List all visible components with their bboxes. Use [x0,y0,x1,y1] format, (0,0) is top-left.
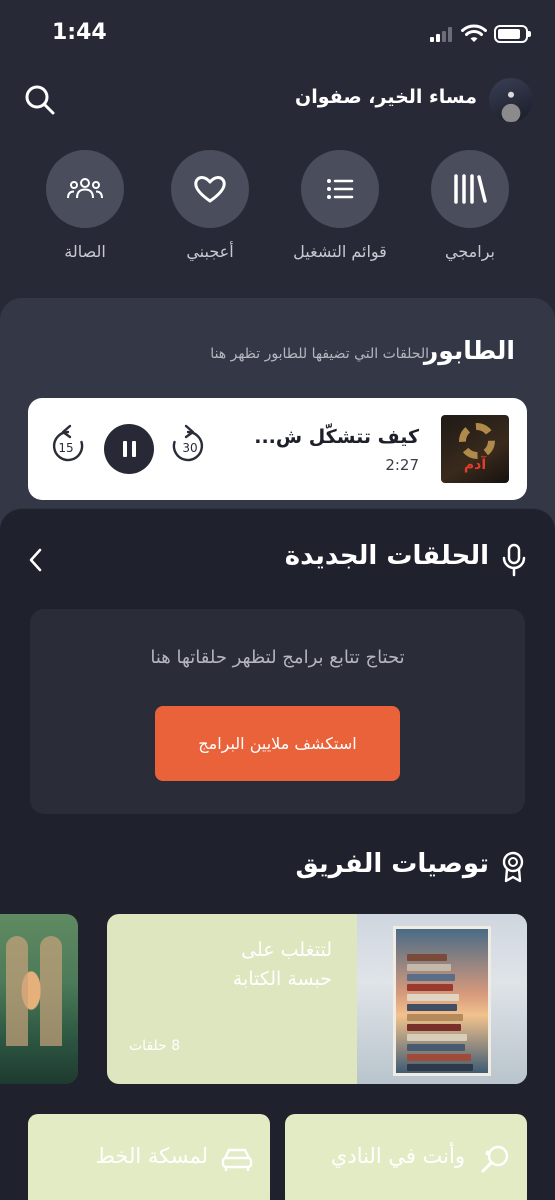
chevron-left-icon[interactable] [26,547,46,573]
quick-action-label: برامجي [445,242,495,261]
recommendation-title-line2: حبسة الكتابة [232,968,332,991]
recommendation-card[interactable]: لتتغلب على حبسة الكتابة 8 حلقات [107,914,527,1084]
quick-action-liked[interactable]: أعجبني [150,150,270,261]
new-episodes-panel: الحلقات الجديدة تحتاج تتابع برامج لتظهر … [0,508,555,1200]
quick-action-my-shows[interactable]: برامجي [410,150,530,261]
avatar[interactable] [489,78,533,122]
rewind-15-label: 15 [58,441,73,455]
category-chip-label: وأنت في النادي [330,1144,465,1168]
quick-action-label: الصالة [64,242,106,261]
list-icon [327,179,354,199]
category-chip-handwriting[interactable]: لمسكة الخط [28,1114,270,1200]
pause-bar-right [131,441,136,457]
episode-title: كيف تتشكّل ش... [254,426,419,448]
recommendation-card-partial[interactable] [0,914,78,1084]
heart-icon [194,176,226,203]
wifi-icon [461,24,487,42]
forward-30-label: 30 [182,441,197,455]
status-time: 1:44 [52,20,107,45]
award-ribbon-icon [502,851,524,883]
rewind-15-button[interactable]: 15 [48,424,88,476]
discover-shows-button[interactable]: استكشف ملايين البرامج [155,706,400,781]
episode-artwork-title: آدم [463,457,487,473]
car-icon [221,1148,253,1171]
episode-artwork: آدم [441,415,509,483]
greeting-text: مساء الخير، صفوان [295,86,477,108]
recommendation-title-line1: لتتغلب على [241,939,332,961]
quick-action-label: أعجبني [186,242,234,261]
empty-state-message: تحتاج تتابع برامج لتظهر حلقاتها هنا [150,647,405,668]
forward-30-icon: 30 [172,424,204,462]
battery-icon [494,25,531,43]
rewind-15-icon: 15 [52,424,84,462]
library-icon [454,174,487,204]
forward-30-button[interactable]: 30 [168,424,208,476]
microphone-icon [502,543,526,577]
pause-bar-left [122,441,127,457]
header: مساء الخير، صفوان [0,70,555,130]
recommendations-title: توصيات الفريق [295,849,489,879]
quick-actions: برامجي قوائم التشغيل أعجبني الصالة [0,150,555,280]
quick-action-label: قوائم التشغيل [293,242,387,261]
tennis-racket-icon [481,1145,509,1173]
queue-subtitle: الحلقات التي تضيفها للطابور تظهر هنا [210,346,429,362]
queue-title: الطابور [423,336,515,365]
empty-state-card: تحتاج تتابع برامج لتظهر حلقاتها هنا استك… [30,609,525,814]
time-remaining: 2:27 [385,456,419,474]
category-chip-label: لمسكة الخط [95,1144,208,1168]
pause-button[interactable] [104,424,154,474]
mini-player[interactable]: آدم كيف تتشكّل ش... 2:27 30 15 [28,398,527,500]
episode-count: 8 حلقات [129,1038,181,1054]
search-icon [25,85,55,115]
recommendation-title: لتتغلب على حبسة الكتابة [233,936,332,995]
category-chip-club[interactable]: وأنت في النادي [285,1114,527,1200]
people-icon [67,178,103,199]
quick-action-playlists[interactable]: قوائم التشغيل [280,150,400,261]
quick-action-lounge[interactable]: الصالة [25,150,145,261]
recommendation-artwork [357,914,527,1084]
new-episodes-title: الحلقات الجديدة [284,541,489,571]
cellular-signal-icon [430,26,456,42]
status-bar: 1:44 [0,0,555,64]
search-button[interactable] [22,82,60,120]
